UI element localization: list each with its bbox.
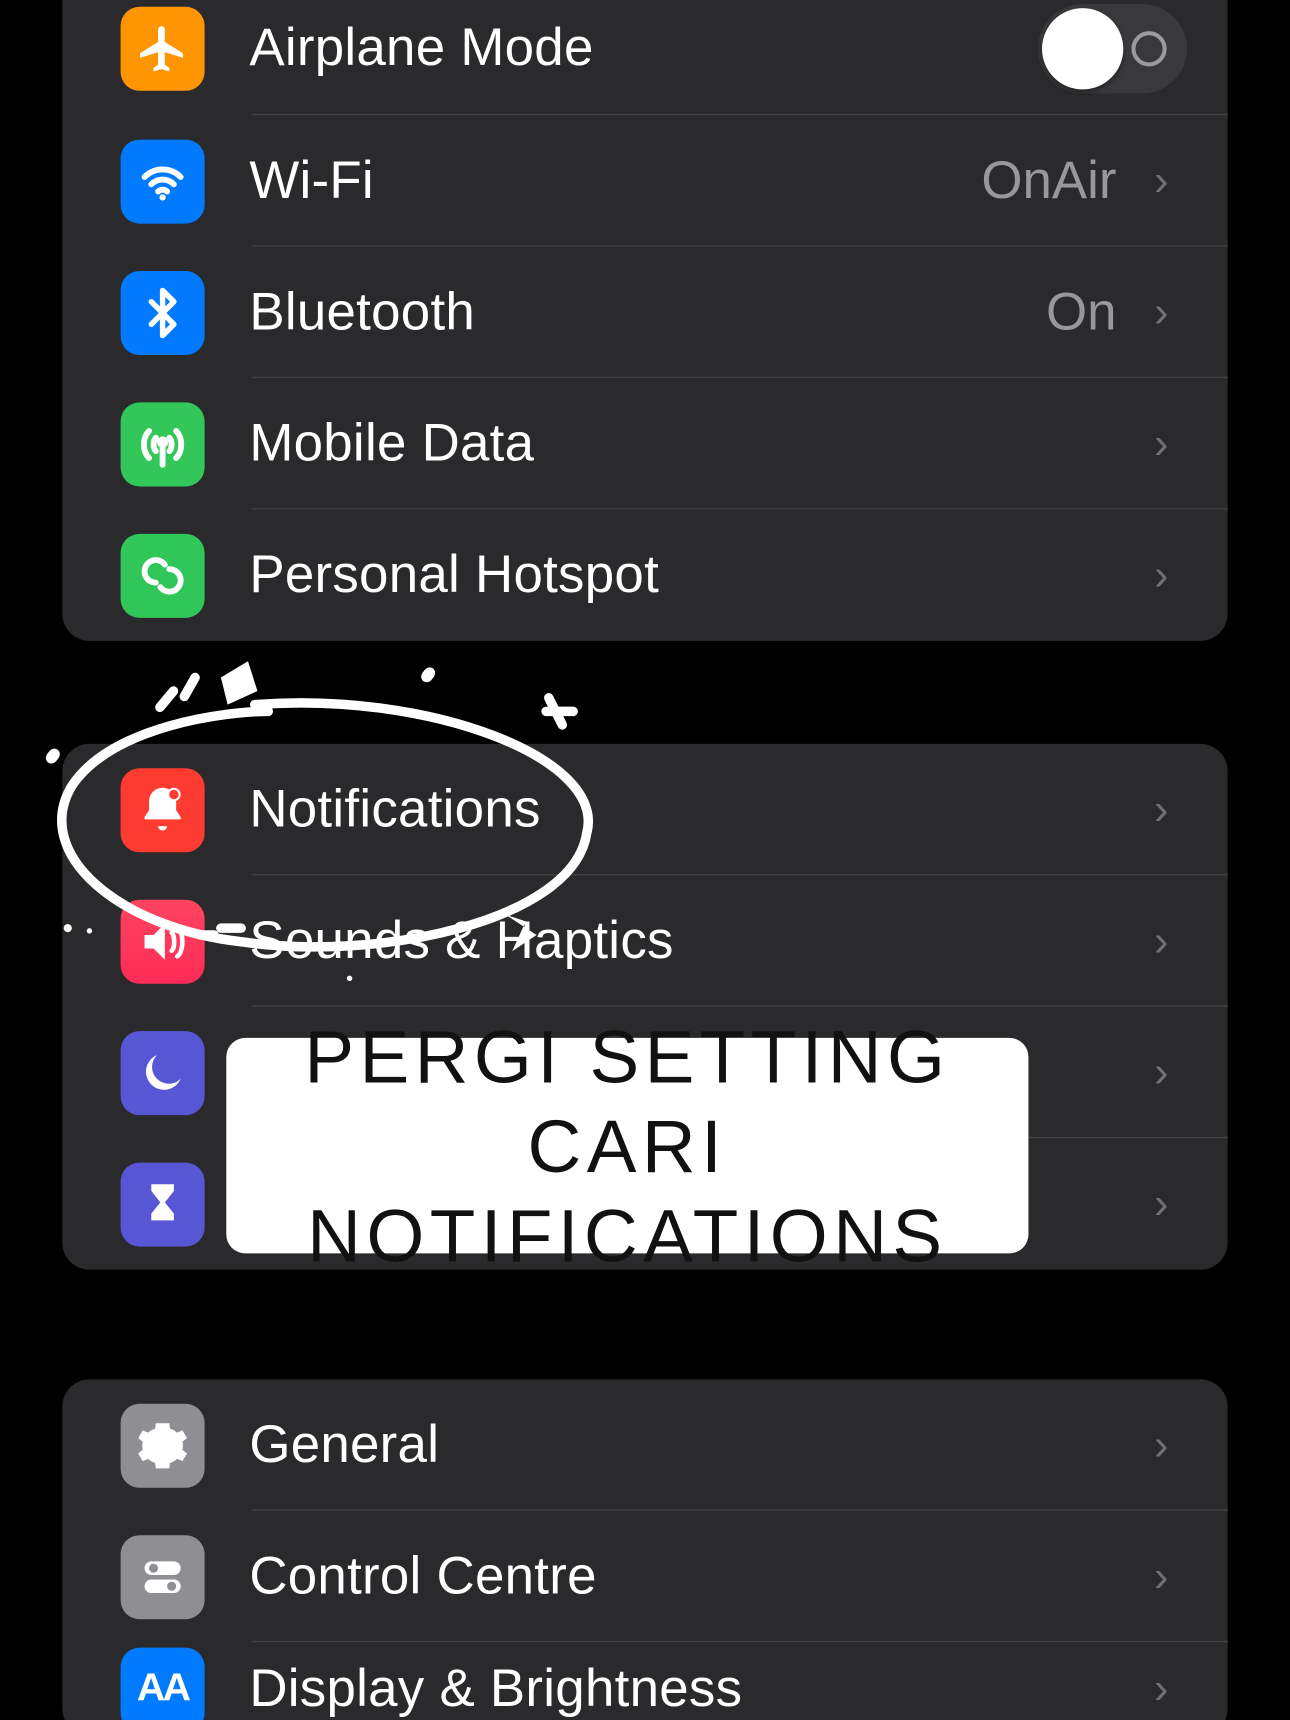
annotation-caption: PERGI SETTING CARI NOTIFICATIONS xyxy=(226,1038,1028,1253)
row-label: Display & Brightness xyxy=(249,1659,742,1719)
row-label: Sounds & Haptics xyxy=(249,911,673,971)
chevron-right-icon: › xyxy=(1135,785,1227,835)
row-label: Airplane Mode xyxy=(249,18,593,78)
chevron-right-icon: › xyxy=(1135,287,1227,337)
antenna-icon xyxy=(121,402,205,486)
row-control-centre[interactable]: Control Centre › xyxy=(62,1511,1227,1642)
row-sounds-haptics[interactable]: Sounds & Haptics › xyxy=(62,875,1227,1006)
chevron-right-icon: › xyxy=(1135,1179,1227,1229)
bluetooth-value: On xyxy=(1046,283,1135,343)
row-label: Mobile Data xyxy=(249,414,534,474)
annotation-caption-text: PERGI SETTING CARI NOTIFICATIONS xyxy=(243,1012,1013,1280)
chevron-right-icon: › xyxy=(1135,550,1227,600)
airplane-icon xyxy=(121,6,205,90)
row-personal-hotspot[interactable]: Personal Hotspot › xyxy=(62,509,1227,640)
switches-icon xyxy=(121,1535,205,1619)
chevron-right-icon: › xyxy=(1135,1047,1227,1097)
moon-icon xyxy=(121,1030,205,1114)
chevron-right-icon: › xyxy=(1135,1420,1227,1470)
toggle-knob xyxy=(1042,7,1123,88)
speaker-icon xyxy=(121,899,205,983)
row-label: Control Centre xyxy=(249,1547,596,1607)
wifi-value: OnAir xyxy=(981,151,1135,211)
row-label: Notifications xyxy=(249,780,540,840)
chevron-right-icon: › xyxy=(1135,1551,1227,1601)
bell-icon xyxy=(121,768,205,852)
row-display-brightness[interactable]: AA Display & Brightness › xyxy=(62,1642,1227,1720)
settings-group-general: General › Control Centre › AA Display & … xyxy=(62,1379,1227,1720)
row-mobile-data[interactable]: Mobile Data › xyxy=(62,378,1227,509)
chevron-right-icon: › xyxy=(1135,419,1227,469)
wifi-icon xyxy=(121,139,205,223)
row-wifi[interactable]: Wi-Fi OnAir › xyxy=(62,115,1227,246)
row-airplane-mode[interactable]: Airplane Mode xyxy=(62,0,1227,115)
chevron-right-icon: › xyxy=(1135,156,1227,206)
row-notifications[interactable]: Notifications › xyxy=(62,744,1227,875)
row-label: Wi-Fi xyxy=(249,151,374,211)
settings-group-connectivity: Airplane Mode Wi-Fi OnAir › Bluetooth On… xyxy=(62,0,1227,641)
airplane-toggle[interactable] xyxy=(1038,3,1187,92)
row-bluetooth[interactable]: Bluetooth On › xyxy=(62,247,1227,378)
hourglass-icon xyxy=(121,1162,205,1246)
toggle-off-indicator xyxy=(1131,30,1166,65)
bluetooth-icon xyxy=(121,270,205,354)
gear-icon xyxy=(121,1403,205,1487)
row-label: Bluetooth xyxy=(249,283,475,343)
row-label: Personal Hotspot xyxy=(249,545,659,605)
text-size-icon: AA xyxy=(121,1647,205,1720)
row-label: General xyxy=(249,1415,439,1475)
row-general[interactable]: General › xyxy=(62,1379,1227,1510)
chevron-right-icon: › xyxy=(1135,916,1227,966)
hotspot-icon xyxy=(121,533,205,617)
chevron-right-icon: › xyxy=(1135,1664,1227,1714)
